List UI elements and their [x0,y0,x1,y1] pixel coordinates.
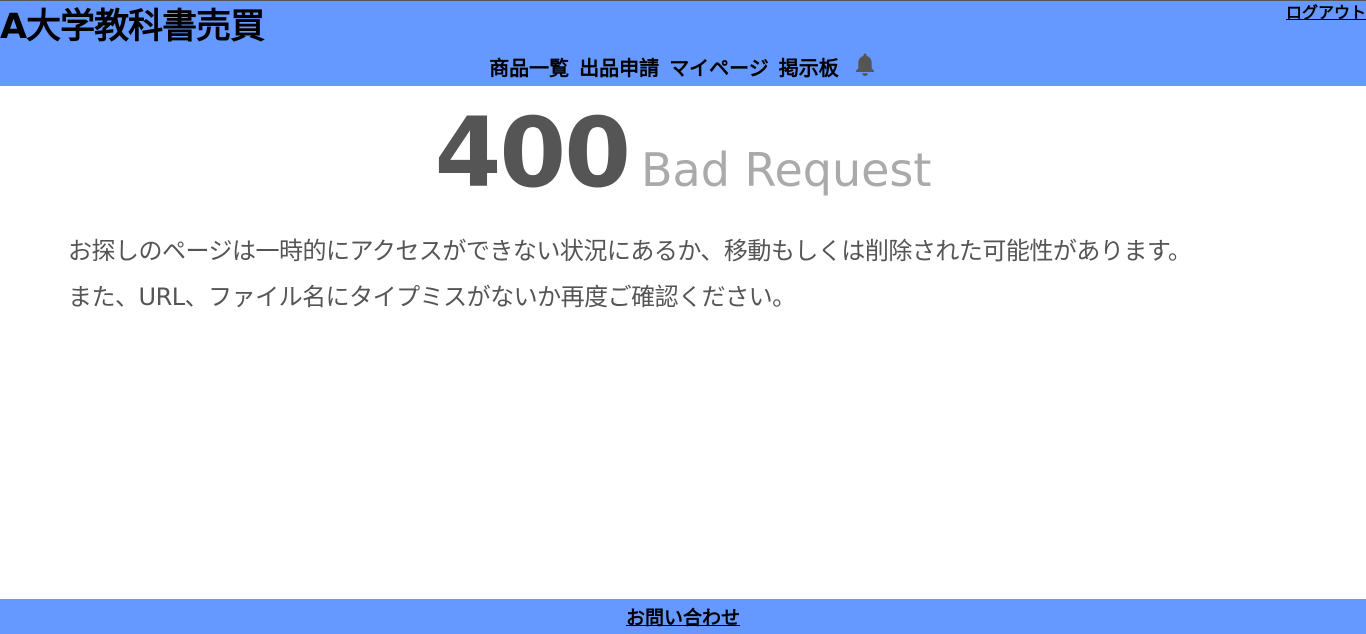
error-message: お探しのページは一時的にアクセスができない状況にあるか、移動もしくは削除された可… [68,228,1328,320]
main-nav: 商品一覧 出品申請 マイページ 掲示板 [0,51,1366,85]
error-text: Bad Request [640,143,932,197]
error-message-line: お探しのページは一時的にアクセスができない状況にあるか、移動もしくは削除された可… [68,237,1192,265]
nav-item-bulletin-board[interactable]: 掲示板 [779,51,839,85]
site-title[interactable]: A大学教科書売買 [0,5,265,49]
error-message-line: また、URL、ファイル名にタイプミスがないか再度ご確認ください。 [68,283,796,311]
page: A大学教科書売買 ログアウト 商品一覧 出品申請 マイページ 掲示板 400 B… [0,0,1366,634]
site-footer: お問い合わせ [0,599,1366,634]
logout-link[interactable]: ログアウト [1286,3,1366,23]
site-header: A大学教科書売買 ログアウト 商品一覧 出品申請 マイページ 掲示板 [0,0,1366,86]
bell-icon-svg [855,53,874,76]
bell-icon[interactable] [853,52,877,78]
nav-item-product-list[interactable]: 商品一覧 [489,51,569,85]
nav-item-my-page[interactable]: マイページ [669,51,769,85]
nav-item-listing-request[interactable]: 出品申請 [579,51,659,85]
error-code: 400 [434,97,631,209]
error-heading: 400 Bad Request [0,98,1366,208]
contact-link[interactable]: お問い合わせ [626,603,740,630]
